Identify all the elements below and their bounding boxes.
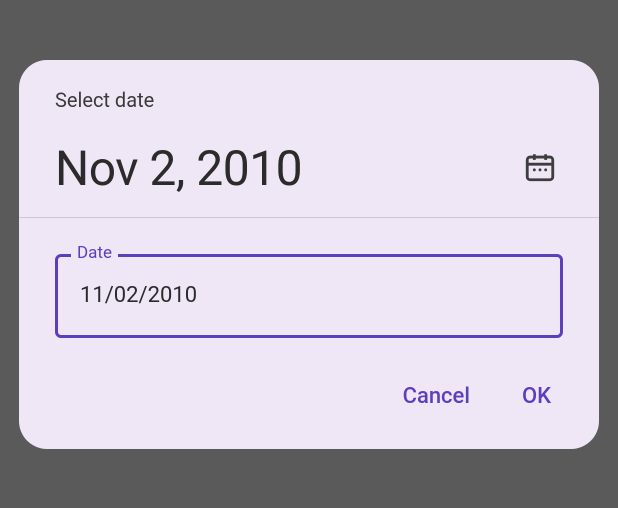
date-input-label: Date (71, 243, 118, 263)
calendar-icon (523, 172, 557, 187)
date-input[interactable] (55, 254, 563, 338)
date-display-row: Nov 2, 2010 (55, 140, 563, 197)
dialog-actions: Cancel OK (19, 358, 599, 449)
date-input-field: Date (55, 254, 563, 338)
dialog-title: Select date (55, 88, 563, 112)
date-picker-dialog: Select date Nov 2, 2010 (19, 60, 599, 449)
dialog-header: Select date Nov 2, 2010 (19, 60, 599, 217)
ok-button[interactable]: OK (510, 376, 563, 417)
cancel-button[interactable]: Cancel (391, 376, 482, 417)
calendar-toggle-button[interactable] (517, 144, 563, 193)
selected-date-display: Nov 2, 2010 (55, 140, 302, 197)
dialog-body: Date (19, 218, 599, 358)
